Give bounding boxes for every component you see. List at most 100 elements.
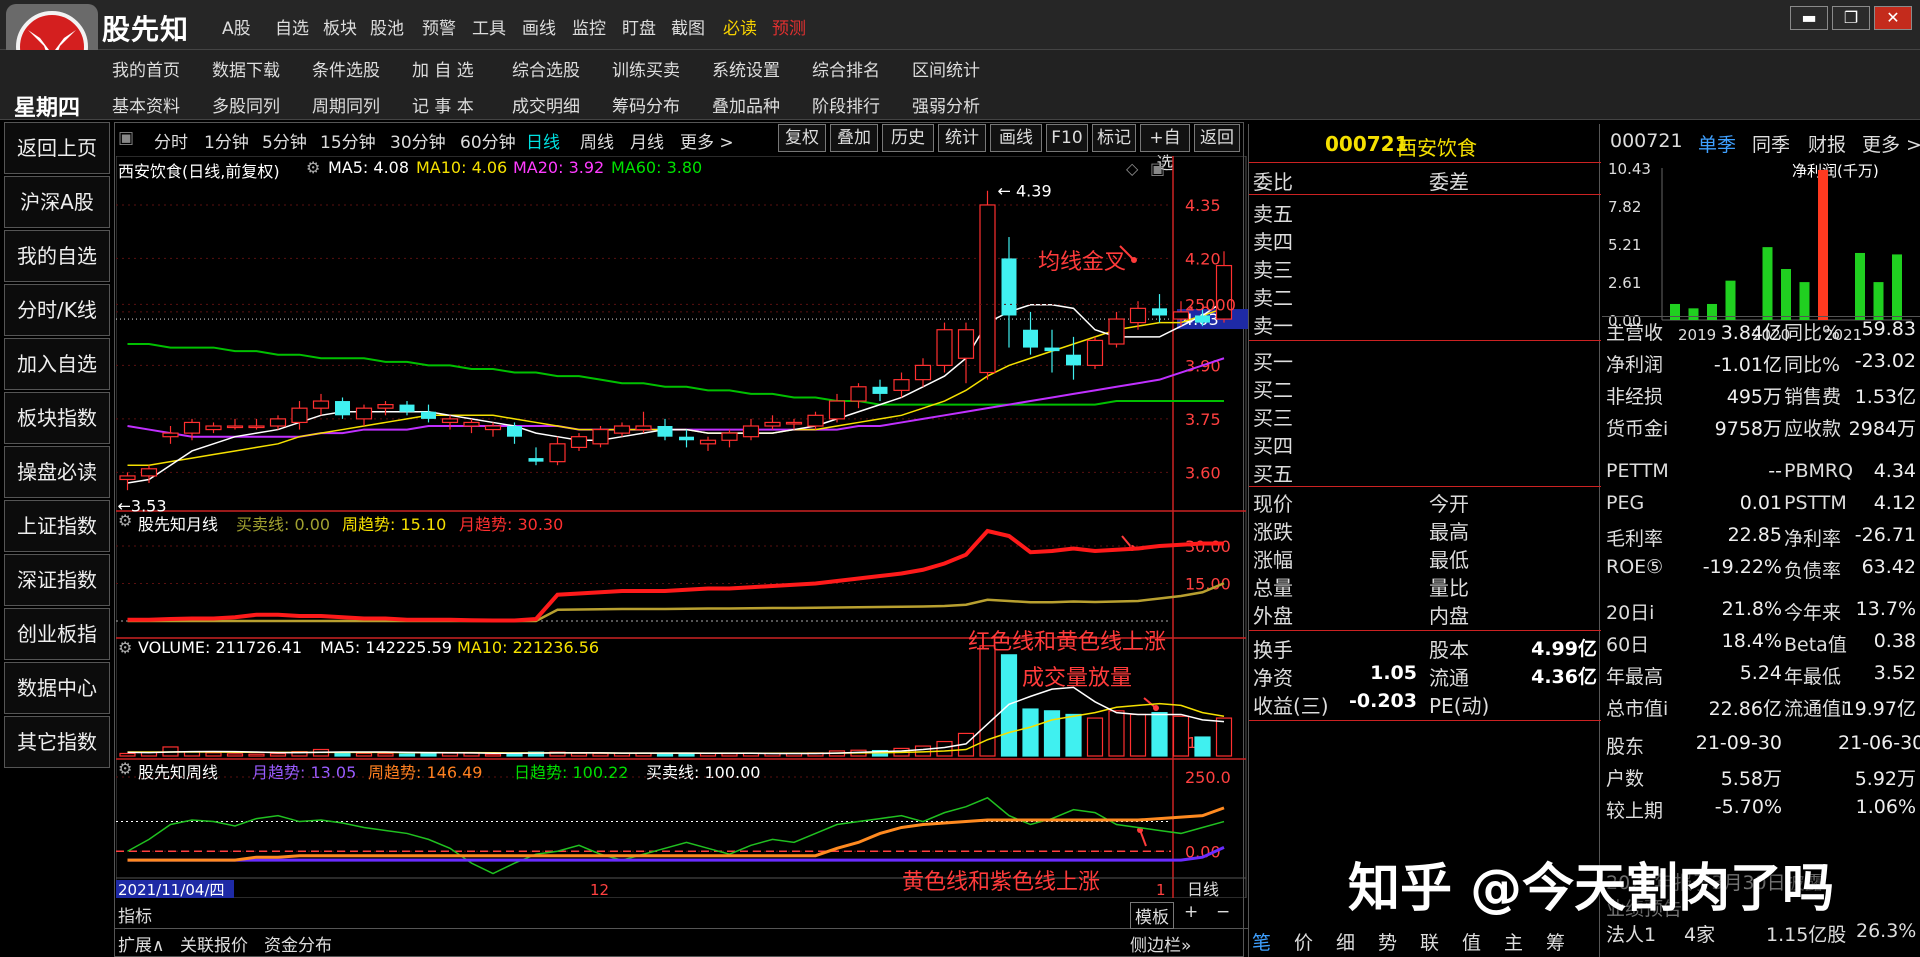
toolbar-button[interactable]: 标记 xyxy=(1092,124,1136,152)
period-tab[interactable]: 30分钟 xyxy=(390,128,446,153)
toolbar-button[interactable]: 返回 xyxy=(1194,124,1240,152)
indicator-label[interactable]: 指标 xyxy=(118,902,152,927)
toolbar-button[interactable]: +自选 xyxy=(1140,124,1190,174)
top-menu-item[interactable]: 监控 xyxy=(572,14,606,39)
candle xyxy=(1044,329,1060,373)
top-menu-item[interactable]: 工具 xyxy=(472,14,506,39)
menu-item[interactable]: 综合选股 xyxy=(512,56,580,81)
left-nav-item[interactable]: 加入自选 xyxy=(4,338,110,390)
candle xyxy=(248,418,265,430)
fin-tab[interactable]: 单季 xyxy=(1698,130,1736,157)
candle xyxy=(570,433,588,451)
left-nav-item[interactable]: 分时/K线 xyxy=(4,284,110,336)
detail-tab[interactable]: 笔 xyxy=(1252,928,1271,955)
detail-tab[interactable]: 细 xyxy=(1336,928,1355,955)
period-tab[interactable]: 5分钟 xyxy=(262,128,307,153)
menu-item[interactable]: 成交明细 xyxy=(512,92,580,117)
period-tab[interactable]: 周线 xyxy=(580,128,614,153)
close-button[interactable]: ✕ xyxy=(1874,6,1912,30)
candle xyxy=(1086,336,1104,369)
toolbar-button[interactable]: 画线 xyxy=(990,124,1042,152)
toolbar-button[interactable]: 复权 xyxy=(778,124,826,152)
zoom-out-button[interactable]: − xyxy=(1216,902,1230,922)
menu-item[interactable]: 强弱分析 xyxy=(912,92,980,117)
detail-tab[interactable]: 筹 xyxy=(1546,928,1565,955)
menu-item[interactable]: 训练买卖 xyxy=(612,56,680,81)
period-tab[interactable]: 1分钟 xyxy=(204,128,249,153)
menu-item[interactable]: 基本资料 xyxy=(112,92,180,117)
fin-ratio-value: 63.42 xyxy=(1861,556,1916,578)
fin-bar xyxy=(1762,247,1773,320)
menu-item[interactable]: 加 自 选 xyxy=(412,56,474,81)
detail-tab[interactable]: 价 xyxy=(1294,928,1313,955)
period-tab[interactable]: 日线 xyxy=(526,128,560,153)
top-menu-item[interactable]: 自选 xyxy=(275,14,309,39)
zoom-in-button[interactable]: + xyxy=(1184,902,1198,922)
top-menu-item[interactable]: 盯盘 xyxy=(622,14,656,39)
fin-market-label: 60日 xyxy=(1606,634,1650,656)
menu-item[interactable]: 周期同列 xyxy=(312,92,380,117)
fin-tab[interactable]: 更多 > xyxy=(1862,130,1920,157)
fin-tab[interactable]: 同季 xyxy=(1752,130,1790,157)
toolbar-button[interactable]: F10 xyxy=(1046,124,1088,152)
menu-item[interactable]: 系统设置 xyxy=(712,56,780,81)
menu-item[interactable]: 叠加品种 xyxy=(712,92,780,117)
detail-tab[interactable]: 联 xyxy=(1420,928,1439,955)
left-nav-item[interactable]: 沪深A股 xyxy=(4,176,110,228)
top-menu-item[interactable]: A股 xyxy=(222,14,251,39)
price-tick: 4.35 xyxy=(1185,196,1221,215)
detail-tab[interactable]: 值 xyxy=(1462,928,1481,955)
candle xyxy=(162,426,179,444)
left-nav-item[interactable]: 其它指数 xyxy=(4,716,110,768)
detail-tab[interactable]: 势 xyxy=(1378,928,1397,955)
left-nav-item[interactable]: 操盘必读 xyxy=(4,446,110,498)
template-button[interactable]: 模板 xyxy=(1130,902,1174,929)
menu-item[interactable]: 数据下载 xyxy=(212,56,280,81)
left-nav-item[interactable]: 创业板指 xyxy=(4,608,110,660)
left-nav-item[interactable]: 板块指数 xyxy=(4,392,110,444)
left-nav-item[interactable]: 数据中心 xyxy=(4,662,110,714)
toolbar-button[interactable]: 历史 xyxy=(882,124,934,152)
quote-wb-label: 委比 xyxy=(1253,170,1293,194)
stat-label: 今开 xyxy=(1429,492,1469,516)
period-tab[interactable]: 月线 xyxy=(630,128,664,153)
period-tab[interactable]: 更多 > xyxy=(680,128,734,153)
detail-tab[interactable]: 主 xyxy=(1504,928,1523,955)
fin-bar xyxy=(1892,254,1902,320)
volume-bar xyxy=(1172,715,1190,757)
top-menu-item[interactable]: 板块 xyxy=(323,14,357,39)
toolbar-button[interactable]: 统计 xyxy=(938,124,986,152)
maximize-button[interactable]: ❐ xyxy=(1832,6,1870,30)
related-quotes-tab[interactable]: 关联报价 xyxy=(180,931,248,956)
menu-item[interactable]: 筹码分布 xyxy=(612,92,680,117)
menu-item[interactable]: 我的首页 xyxy=(112,56,180,81)
buy-level-label: 买五 xyxy=(1253,462,1293,486)
period-tab[interactable]: 分时 xyxy=(154,128,188,153)
left-nav-item[interactable]: 上证指数 xyxy=(4,500,110,552)
top-menu-item[interactable]: 预警 xyxy=(422,14,456,39)
left-nav-item[interactable]: 深证指数 xyxy=(4,554,110,606)
top-menu-item[interactable]: 画线 xyxy=(522,14,556,39)
fin-ratio-value: -- xyxy=(1768,460,1782,482)
top-menu-item[interactable]: 股池 xyxy=(370,14,404,39)
menu-item[interactable]: 记 事 本 xyxy=(412,92,474,117)
menu-item[interactable]: 区间统计 xyxy=(912,56,980,81)
top-menu-item[interactable]: 预测 xyxy=(772,14,806,39)
menu-item[interactable]: 多股同列 xyxy=(212,92,280,117)
expand-button[interactable]: 扩展∧ xyxy=(118,931,164,956)
fin-tab[interactable]: 财报 xyxy=(1808,130,1846,157)
sidebar-toggle[interactable]: 侧边栏» xyxy=(1130,931,1191,956)
menu-item[interactable]: 阶段排行 xyxy=(812,92,880,117)
top-menu-item[interactable]: 必读 xyxy=(723,14,757,39)
fund-distribution-tab[interactable]: 资金分布 xyxy=(264,931,332,956)
toolbar-button[interactable]: 叠加 xyxy=(830,124,878,152)
top-menu-item[interactable]: 截图 xyxy=(671,14,705,39)
period-tab[interactable]: 60分钟 xyxy=(460,128,516,153)
minimize-button[interactable]: ▬ xyxy=(1790,6,1828,30)
left-nav-item[interactable]: 返回上页 xyxy=(4,122,110,174)
toolbar-toggle-icon[interactable]: ▣ xyxy=(118,128,134,148)
period-tab[interactable]: 15分钟 xyxy=(320,128,376,153)
menu-item[interactable]: 综合排名 xyxy=(812,56,880,81)
menu-item[interactable]: 条件选股 xyxy=(312,56,380,81)
left-nav-item[interactable]: 我的自选 xyxy=(4,230,110,282)
